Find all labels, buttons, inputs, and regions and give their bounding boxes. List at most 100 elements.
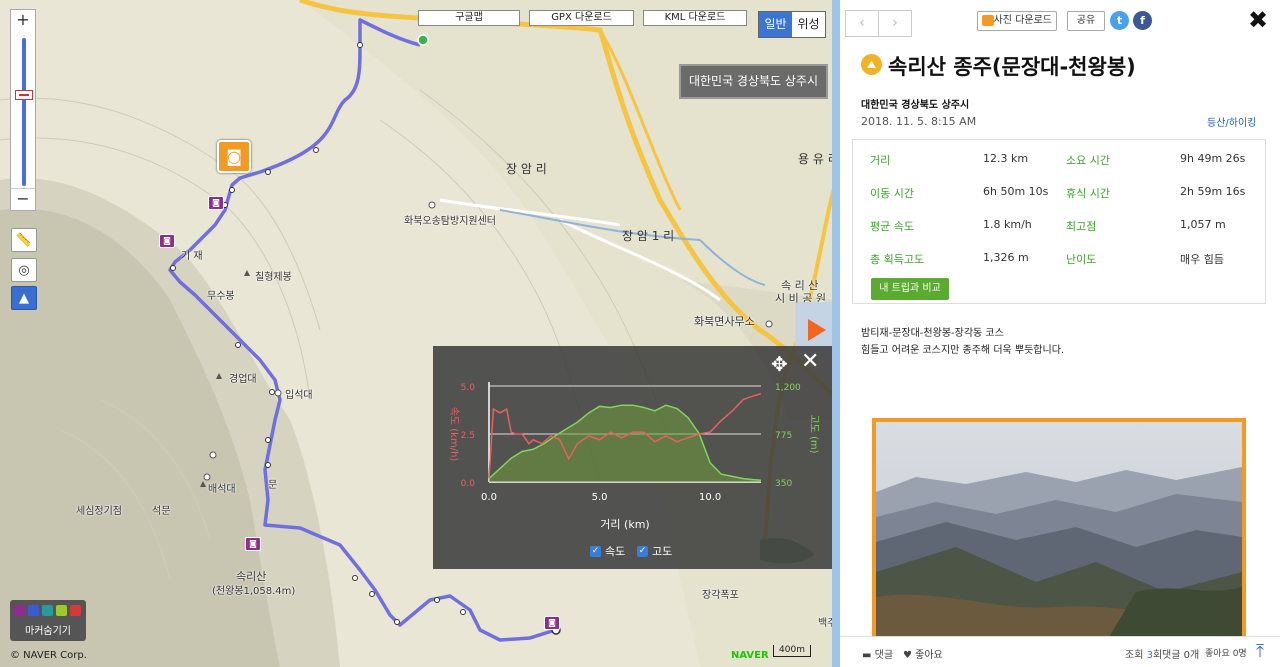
elevation-chart-icon[interactable]: ▲ — [11, 286, 37, 310]
compare-trip-button[interactable]: 내 트립과 비교 — [871, 278, 949, 300]
y-left-tick-label: 0.0 — [461, 479, 476, 489]
map-scale: 400m — [773, 645, 811, 657]
x-tick-label: 0.0 — [481, 492, 497, 503]
place-label: 칠형제봉 — [255, 272, 292, 283]
stat-value: 2h 59m 16s — [1180, 185, 1246, 198]
chart-canvas: 0.0 5.0 10.0 0.0 2.5 5.0 350 775 1,200 거리 (km) 속도 … — [448, 382, 819, 531]
zoom-in-button[interactable]: + — [11, 10, 35, 32]
panel-footer: ▬ 댓글 ♥ 좋아요 조회 3회 댓글 0개 좋아요 0명 ⤒ — [840, 636, 1280, 667]
marker-flag-icon — [56, 605, 67, 616]
stat-value: 1.8 km/h — [983, 218, 1032, 231]
views-label: 조회 — [1125, 650, 1144, 661]
stat-label: 이동 시간 — [870, 187, 914, 200]
comment-label: 댓글 — [874, 650, 894, 661]
camera-icon[interactable]: ◙ — [217, 140, 251, 173]
share-button[interactable]: 공유 — [1067, 11, 1105, 31]
map-type-toggle[interactable]: 일반 위성 — [758, 11, 826, 38]
photo-icon — [982, 15, 994, 26]
scroll-top-icon[interactable]: ⤒ — [1248, 641, 1272, 665]
zoom-out-button[interactable]: − — [11, 188, 35, 210]
place-label: 장 암 리 — [506, 162, 547, 176]
place-label: 용 유 리 — [798, 152, 836, 166]
region-label: 대한민국 경상북도 상주시 — [679, 64, 828, 99]
checkbox-icon[interactable]: ✓ — [637, 545, 648, 557]
trip-title: 속리산 종주(문장대-천왕봉) — [888, 55, 1136, 79]
zoom-slider-thumb[interactable] — [15, 90, 33, 100]
place-label: 입석대 — [285, 390, 313, 401]
photo-marker-icon[interactable]: ◙ — [159, 234, 175, 248]
comment-icon: ▬ — [862, 650, 872, 661]
like-button[interactable]: ♥ 좋아요 — [903, 646, 943, 661]
close-icon[interactable]: ✖ — [1248, 6, 1268, 34]
comment-button[interactable]: ▬ 댓글 — [862, 646, 893, 661]
marker-hide-label: 마커숨기기 — [25, 626, 71, 637]
photo-download-button[interactable]: 사진 다운로드 — [977, 11, 1057, 31]
stat-label: 휴식 시간 — [1066, 187, 1110, 200]
map-type-normal[interactable]: 일반 — [759, 12, 792, 37]
legend-speed[interactable]: ✓ 속도 — [590, 543, 625, 559]
naver-logo: NAVER — [731, 650, 769, 661]
area-measure-icon[interactable]: ◎ — [11, 258, 37, 282]
place-label: 경업대 — [229, 374, 257, 385]
marker-hide-toggle[interactable]: 마커숨기기 — [10, 600, 86, 641]
stat-value: 6h 50m 10s — [983, 185, 1049, 198]
stat-label: 평균 속도 — [870, 220, 914, 233]
stat-value: 9h 49m 26s — [1180, 152, 1246, 165]
checkbox-icon[interactable]: ✓ — [590, 545, 601, 557]
kml-download-button[interactable]: KML 다운로드 — [643, 10, 747, 26]
comments-count: 댓글 0개 — [1162, 650, 1200, 661]
prev-button[interactable]: ‹ — [845, 10, 879, 37]
stat-label: 난이도 — [1066, 253, 1097, 266]
heart-icon: ♥ — [903, 650, 912, 661]
y-right-tick-label: 1,200 — [775, 383, 801, 393]
x-axis-label: 거리 (km) — [600, 518, 649, 531]
google-map-button[interactable]: 구글맵 — [418, 10, 520, 26]
x-tick-label: 10.0 — [699, 492, 721, 503]
legend-speed-label: 속도 — [605, 545, 626, 558]
move-icon[interactable]: ✥ — [771, 352, 788, 376]
facebook-icon[interactable]: f — [1133, 11, 1152, 30]
elevation-speed-chart[interactable]: 0.0 5.0 10.0 0.0 2.5 5.0 350 775 1,200 거리 (km) 속도 … — [433, 346, 832, 569]
panel-divider[interactable] — [832, 0, 840, 667]
place-label: 화북면사무소 — [694, 315, 755, 328]
marker-info-icon — [28, 605, 39, 616]
trip-stats: 거리 12.3 km 소요 시간 9h 49m 26s 이동 시간 6h 50m… — [852, 139, 1266, 304]
play-icon — [808, 319, 826, 341]
stat-value: 12.3 km — [983, 152, 1029, 165]
y-right-tick-label: 775 — [775, 431, 792, 441]
y-right-tick-label: 350 — [775, 479, 792, 489]
map-type-satellite[interactable]: 위성 — [792, 12, 825, 37]
place-label: 배석대 — [208, 484, 236, 495]
photo-marker-icon[interactable]: ◙ — [208, 196, 224, 210]
place-label: 무수봉 — [207, 291, 235, 302]
photo-marker-icon[interactable]: ◙ — [544, 616, 560, 630]
place-label: 장각폭포 — [702, 590, 739, 601]
stat-label: 최고점 — [1066, 220, 1097, 233]
stat-label: 거리 — [870, 154, 891, 167]
legend-elevation-label: 고도 — [652, 545, 673, 558]
trip-category[interactable]: 등산/하이킹 — [1207, 114, 1256, 129]
next-button[interactable]: › — [878, 10, 912, 37]
y-left-tick-label: 2.5 — [461, 431, 475, 441]
trip-date: 2018. 11. 5. 8:15 AM — [861, 115, 977, 128]
zoom-track[interactable] — [22, 38, 26, 186]
gpx-download-button[interactable]: GPX 다운로드 — [529, 10, 634, 26]
twitter-icon[interactable]: t — [1110, 11, 1129, 30]
likes-count: 좋아요 0명 — [1205, 649, 1247, 659]
zoom-control[interactable]: + − — [10, 9, 36, 211]
copyright: © NAVER Corp. — [10, 650, 87, 661]
map-view[interactable]: + − 📏 ◎ ▲ 구글맵 GPX 다운로드 KML 다운로드 일반 위성 대한… — [0, 0, 836, 667]
legend-elevation[interactable]: ✓ 고도 — [637, 543, 672, 559]
ruler-icon[interactable]: 📏 — [11, 228, 37, 252]
stat-value: 매우 힘듬 — [1180, 253, 1224, 266]
hiking-icon: ⛰ — [861, 54, 882, 75]
marker-pin-icon — [70, 605, 81, 616]
marker-photo-icon — [14, 605, 25, 616]
like-label: 좋아요 — [915, 650, 943, 661]
y-left-tick-label: 5.0 — [461, 383, 476, 393]
place-label: 장 암 1 리 — [622, 229, 675, 243]
stat-label: 총 획득고도 — [870, 253, 925, 266]
chart-close-icon[interactable]: ✕ — [801, 349, 819, 374]
photo-marker-icon[interactable]: ◙ — [245, 537, 261, 551]
trip-photo[interactable] — [872, 418, 1246, 638]
